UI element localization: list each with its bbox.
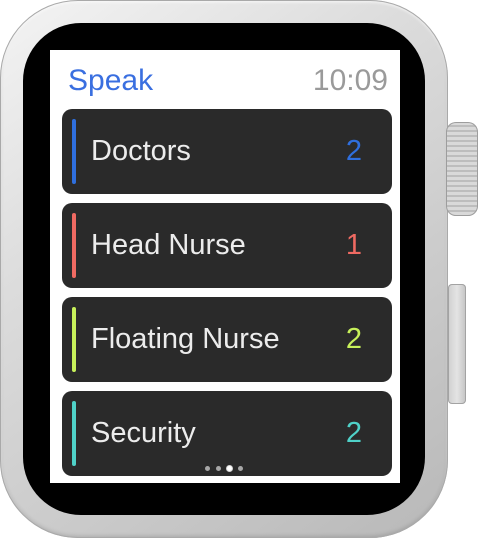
color-bar [72,213,76,278]
color-bar [72,401,76,466]
clock: 10:09 [312,64,388,97]
watch-screen: Speak 10:09 Doctors 2 Head Nurse 1 Float… [50,50,400,483]
list-item-count: 1 [345,229,362,261]
list-item-floating-nurse[interactable]: Floating Nurse 2 [62,297,392,382]
side-button[interactable] [448,284,466,404]
list-item-count: 2 [345,417,362,449]
group-list: Doctors 2 Head Nurse 1 Floating Nurse 2 … [62,109,392,483]
app-title: Speak [68,64,154,97]
list-item-label: Floating Nurse [91,323,280,355]
page-dot-active [227,466,232,471]
list-item-label: Doctors [91,135,191,167]
list-item-label: Head Nurse [91,229,246,261]
page-dot [205,466,210,471]
page-dot [216,466,221,471]
page-dot [238,466,243,471]
watch-case: Speak 10:09 Doctors 2 Head Nurse 1 Float… [0,0,448,538]
list-item-head-nurse[interactable]: Head Nurse 1 [62,203,392,288]
list-item-doctors[interactable]: Doctors 2 [62,109,392,194]
list-item-count: 2 [345,323,362,355]
list-item-security[interactable]: Security 2 [62,391,392,476]
digital-crown[interactable] [446,122,478,216]
list-item-label: Security [91,417,196,449]
color-bar [72,307,76,372]
color-bar [72,119,76,184]
list-item-count: 2 [345,135,362,167]
page-indicator [205,466,243,471]
